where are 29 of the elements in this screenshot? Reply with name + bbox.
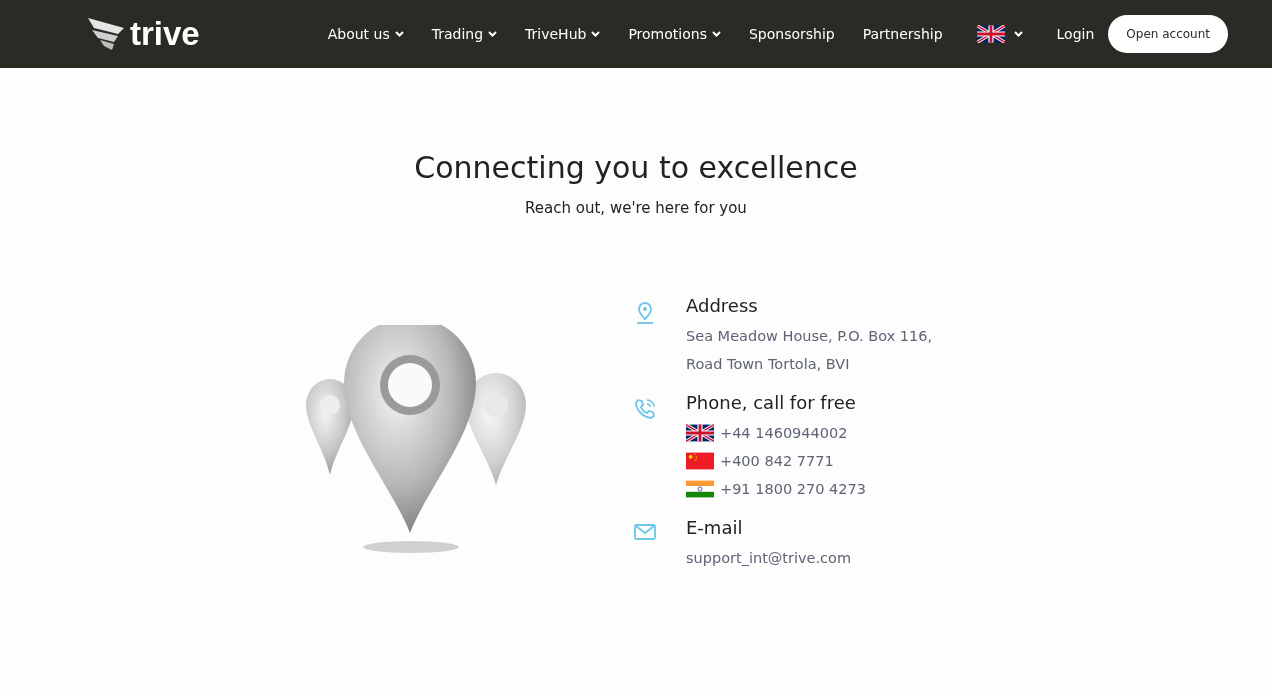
page-subtitle: Reach out, we're here for you bbox=[525, 199, 747, 217]
nav-link[interactable]: Sponsorship bbox=[734, 26, 849, 42]
contact-heading: E-mail bbox=[686, 517, 744, 538]
nav-link[interactable]: Partnership bbox=[848, 26, 957, 42]
contact-heading: Address bbox=[686, 295, 759, 316]
nav-link[interactable]: Trading bbox=[417, 26, 512, 42]
india-flag-icon bbox=[686, 480, 714, 498]
phone-number: +400 842 7771 bbox=[720, 452, 834, 471]
uk-flag-icon bbox=[686, 424, 714, 442]
address-line: Road Town Tortola, BVI bbox=[686, 355, 851, 374]
contact-heading: Phone, call for free bbox=[686, 392, 857, 413]
logo[interactable]: trive bbox=[130, 15, 200, 53]
address-line: Sea Meadow House, P.O. Box 116, bbox=[686, 327, 933, 346]
china-flag-icon bbox=[686, 452, 714, 470]
phone-number: +44 1460944002 bbox=[720, 424, 848, 443]
envelope-icon bbox=[634, 523, 656, 541]
nav-link[interactable]: About us bbox=[313, 26, 418, 42]
wing-icon bbox=[88, 18, 126, 50]
open-account-button[interactable]: Open account bbox=[1108, 15, 1228, 53]
uk-flag-icon bbox=[976, 25, 1005, 43]
location-pin-icon bbox=[635, 301, 655, 325]
phone-icon bbox=[634, 398, 656, 420]
login-link[interactable]: Login bbox=[1056, 26, 1095, 42]
language-selector[interactable] bbox=[976, 25, 1023, 43]
nav-link[interactable]: TriveHub bbox=[511, 26, 615, 42]
page-title: Connecting you to excellence bbox=[414, 150, 858, 185]
phone-number: +91 1800 270 4273 bbox=[720, 480, 866, 499]
email-address: support_int@trive.com bbox=[686, 549, 852, 568]
nav-link[interactable]: Promotions bbox=[614, 26, 735, 42]
